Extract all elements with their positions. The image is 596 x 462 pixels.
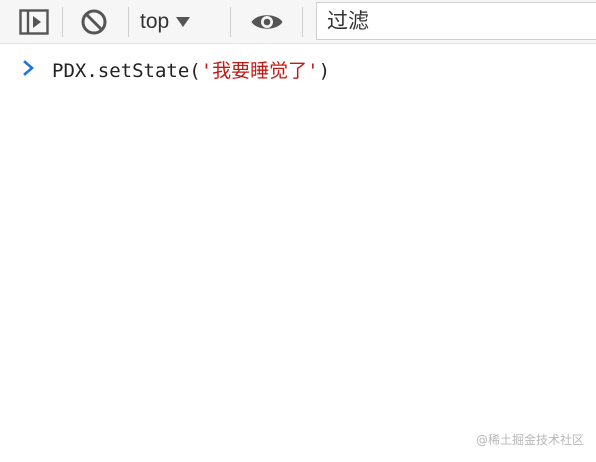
console-toolbar: top [0, 0, 596, 44]
code-prefix: PDX.setState( [52, 60, 201, 82]
dropdown-arrow-icon [176, 17, 191, 27]
console-input-line: PDX.setState('我要睡觉了') [0, 45, 596, 91]
toolbar-divider [302, 7, 303, 37]
console-code[interactable]: PDX.setState('我要睡觉了') [52, 56, 330, 83]
clear-console-button[interactable] [74, 0, 114, 44]
create-live-expression-button[interactable] [246, 0, 288, 44]
toolbar-divider [62, 7, 63, 37]
show-sidebar-button[interactable] [14, 0, 54, 44]
toolbar-divider [128, 7, 129, 37]
console-messages: PDX.setState('我要睡觉了') [0, 45, 596, 91]
filter-input[interactable] [316, 2, 596, 40]
toolbar-divider [230, 7, 231, 37]
chevron-right-icon [23, 60, 34, 76]
context-value: top [140, 10, 170, 33]
watermark: @稀土掘金技术社区 [475, 433, 584, 447]
code-suffix: ) [318, 60, 331, 82]
code-string-literal: '我要睡觉了' [200, 60, 319, 82]
sidebar-toggle-icon [19, 9, 49, 35]
context-selector[interactable]: top [140, 0, 191, 44]
block-icon [81, 9, 107, 35]
eye-icon [251, 15, 283, 29]
